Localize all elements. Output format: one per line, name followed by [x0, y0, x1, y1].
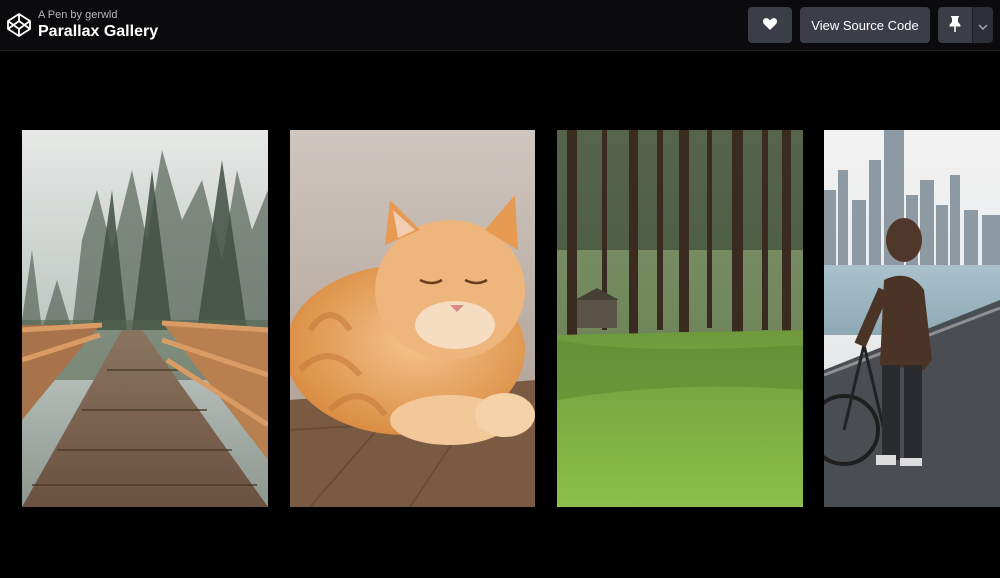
pin-menu-button[interactable] — [972, 7, 993, 43]
top-bar: A Pen by gerwld Parallax Gallery View So… — [0, 0, 1000, 51]
pen-byline[interactable]: A Pen by gerwld — [38, 9, 118, 21]
view-source-button[interactable]: View Source Code — [800, 7, 930, 43]
chevron-down-icon — [978, 18, 988, 33]
page-title: Parallax Gallery — [38, 23, 159, 40]
gallery-image-cat[interactable] — [290, 130, 535, 507]
gallery-image-lakeside[interactable] — [824, 130, 1000, 507]
gallery-image-boardwalk[interactable] — [22, 130, 268, 507]
codepen-cube-icon[interactable] — [6, 12, 32, 38]
gallery-image-forest[interactable] — [557, 130, 803, 507]
heart-icon — [763, 17, 777, 33]
pin-button[interactable] — [938, 7, 972, 43]
parallax-gallery[interactable] — [0, 52, 1000, 578]
heart-button[interactable] — [748, 7, 792, 43]
pin-icon — [949, 15, 961, 35]
